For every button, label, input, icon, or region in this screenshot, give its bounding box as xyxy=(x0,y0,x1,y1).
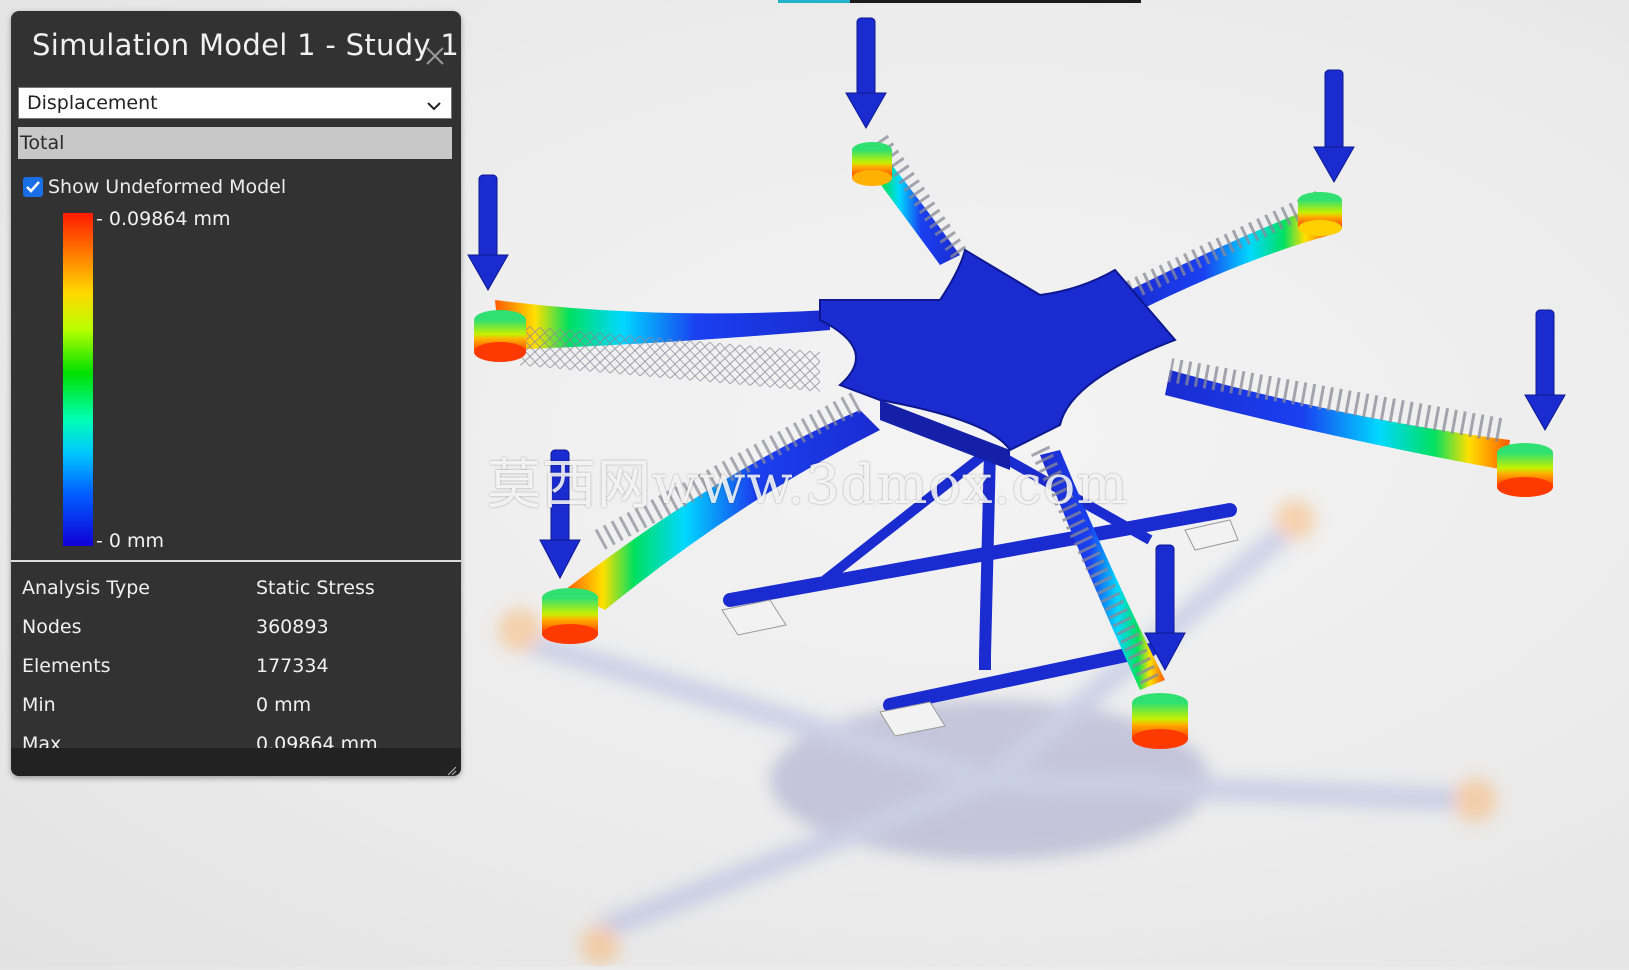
info-key: Elements xyxy=(22,655,111,677)
top-toolbar-accent xyxy=(778,0,850,3)
displacement-color-legend xyxy=(63,213,93,546)
show-undeformed-label: Show Undeformed Model xyxy=(48,176,287,198)
info-row-elements: Elements 177334 xyxy=(22,655,442,694)
legend-min-label: - 0 mm xyxy=(96,530,165,552)
info-value: 360893 xyxy=(256,616,329,638)
legend-max-label: - 0.09864 mm xyxy=(96,208,231,230)
info-value: Static Stress xyxy=(256,577,375,599)
info-row-analysis-type: Analysis Type Static Stress xyxy=(22,577,442,616)
panel-divider xyxy=(11,560,461,562)
chevron-down-icon xyxy=(425,94,443,112)
simulation-results-panel: Simulation Model 1 - Study 1… Displaceme… xyxy=(11,11,461,776)
info-row-min: Min 0 mm xyxy=(22,694,442,733)
show-undeformed-toggle[interactable]: Show Undeformed Model xyxy=(23,174,286,200)
info-row-nodes: Nodes 360893 xyxy=(22,616,442,655)
central-hub xyxy=(819,248,1177,470)
show-undeformed-checkbox[interactable] xyxy=(23,177,43,197)
resize-grip-icon[interactable] xyxy=(445,761,457,776)
analysis-info-table: Analysis Type Static Stress Nodes 360893… xyxy=(22,577,442,772)
info-value: 177334 xyxy=(256,655,329,677)
component-dropdown[interactable]: Total xyxy=(18,127,452,159)
info-key: Nodes xyxy=(22,616,82,638)
watermark-text: 莫西网www.3dmox.com xyxy=(487,453,1129,516)
result-type-dropdown[interactable]: Displacement xyxy=(18,87,452,119)
panel-footer xyxy=(11,748,461,776)
info-key: Analysis Type xyxy=(22,577,150,599)
info-key: Min xyxy=(22,694,56,716)
panel-title: Simulation Model 1 - Study 1… xyxy=(32,28,461,62)
info-value: 0 mm xyxy=(256,694,312,716)
result-type-value: Displacement xyxy=(27,92,158,114)
close-icon[interactable] xyxy=(424,45,446,67)
